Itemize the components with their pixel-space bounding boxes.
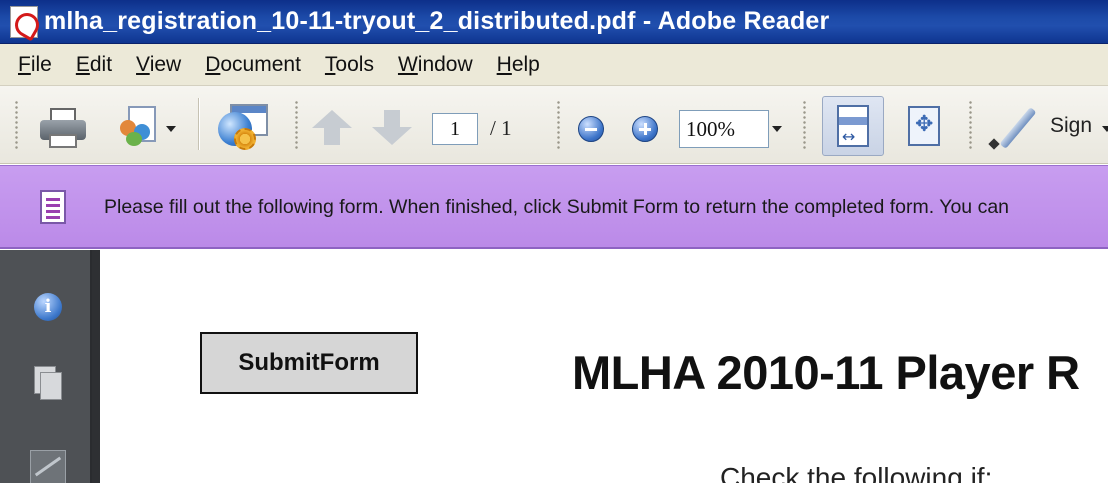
fit-page-icon[interactable] <box>904 104 944 148</box>
sign-button[interactable]: Sign <box>1050 114 1092 138</box>
toolbar-separator <box>198 98 200 150</box>
toolbar-grip[interactable] <box>14 100 19 150</box>
menu-window[interactable]: Window <box>398 53 473 77</box>
sign-pen-icon[interactable] <box>988 104 1038 150</box>
zoom-out-icon[interactable] <box>578 116 604 142</box>
form-message-bar: Please fill out the following form. When… <box>0 165 1108 249</box>
previous-page-icon[interactable] <box>312 110 352 146</box>
web-settings-icon[interactable] <box>218 104 270 150</box>
menu-bar: File Edit View Document Tools Window Hel… <box>0 44 1108 86</box>
collaborate-dropdown-icon[interactable] <box>166 126 176 132</box>
menu-tools[interactable]: Tools <box>325 53 374 77</box>
sign-dropdown-icon[interactable] <box>1102 126 1108 132</box>
next-page-icon[interactable] <box>372 110 412 146</box>
toolbar: 1 / 1 100% Sign <box>0 86 1108 164</box>
zoom-in-icon[interactable] <box>632 116 658 142</box>
menu-document[interactable]: Document <box>205 53 301 77</box>
toolbar-grip[interactable] <box>968 100 973 150</box>
navigation-panel: i <box>0 250 100 483</box>
menu-help[interactable]: Help <box>497 53 540 77</box>
form-instructions-text: Please fill out the following form. When… <box>104 196 1010 218</box>
menu-edit[interactable]: Edit <box>76 53 112 77</box>
toolbar-grip[interactable] <box>802 100 807 150</box>
zoom-dropdown-icon[interactable] <box>772 126 782 132</box>
pdf-document-icon <box>10 5 38 38</box>
info-icon[interactable]: i <box>34 293 62 321</box>
document-subheading: Check the following if: <box>720 462 993 483</box>
page-number-input[interactable]: 1 <box>432 113 478 145</box>
toolbar-grip[interactable] <box>294 100 299 150</box>
pages-icon[interactable] <box>34 366 64 402</box>
menu-view[interactable]: View <box>136 53 181 77</box>
form-icon <box>40 190 66 224</box>
window-title: mlha_registration_10-11-tryout_2_distrib… <box>44 7 830 35</box>
toolbar-grip[interactable] <box>556 100 561 150</box>
menu-file[interactable]: File <box>18 53 52 77</box>
document-title: MLHA 2010-11 Player R <box>572 346 1080 399</box>
fit-width-icon[interactable] <box>822 96 884 156</box>
collaborate-icon[interactable] <box>118 106 160 148</box>
submit-form-button[interactable]: SubmitForm <box>200 332 418 394</box>
page-total-label: / 1 <box>490 116 512 140</box>
title-bar: mlha_registration_10-11-tryout_2_distrib… <box>0 0 1108 44</box>
printer-icon[interactable] <box>40 108 86 148</box>
zoom-level-input[interactable]: 100% <box>679 110 769 148</box>
signatures-icon[interactable] <box>30 450 66 483</box>
